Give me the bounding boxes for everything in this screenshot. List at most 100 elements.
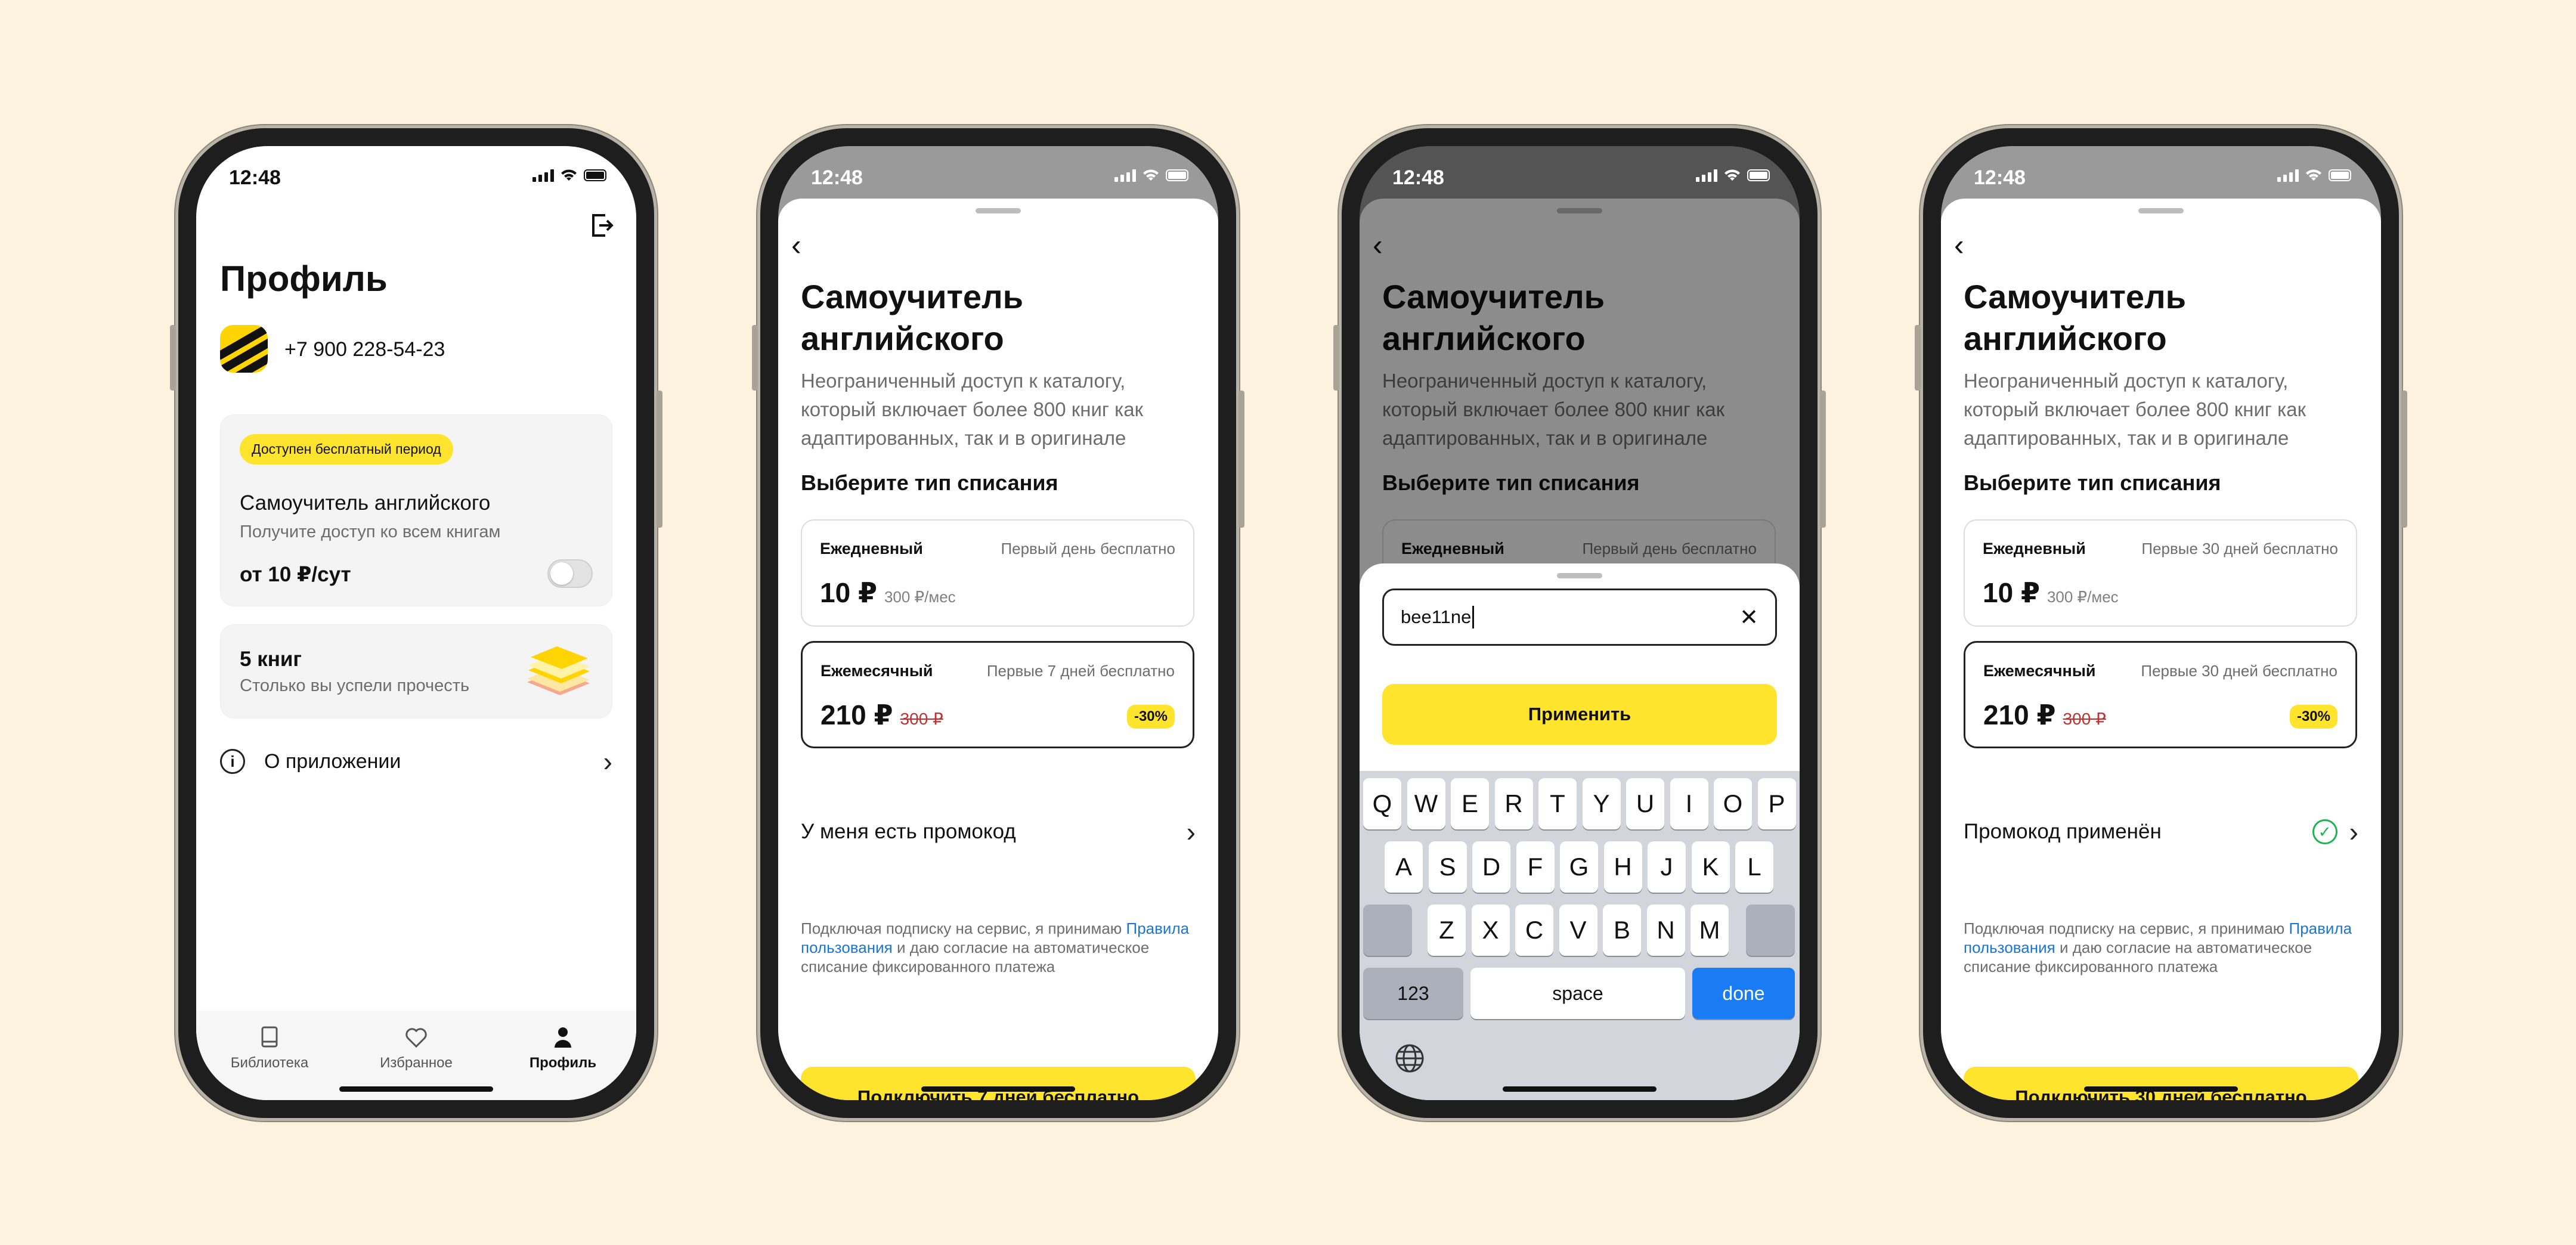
sheet-grabber[interactable]	[2138, 208, 2184, 213]
key-s[interactable]: S	[1428, 841, 1467, 893]
plan-monthly-price: 210 ₽ 300 ₽	[1983, 699, 2106, 731]
plan-monthly[interactable]: Ежемесячный Первые 30 дней бесплатно 210…	[1964, 641, 2357, 748]
status-time: 12:48	[229, 166, 281, 189]
sheet-grabber[interactable]	[976, 208, 1021, 213]
battery-icon	[584, 169, 606, 181]
key-y[interactable]: Y	[1582, 778, 1621, 829]
tab-library[interactable]: Библиотека	[196, 1011, 343, 1100]
plan-daily[interactable]: Ежедневный Первые 30 дней бесплатно 10 ₽…	[1964, 519, 2357, 627]
home-indicator	[921, 1086, 1075, 1092]
subscribe-button[interactable]: Подключить 7 дней бесплатно	[801, 1067, 1196, 1100]
tab-profile-label: Профиль	[529, 1055, 597, 1071]
plan-daily-name: Ежедневный	[820, 540, 923, 558]
keyboard-row-3: ZXCVBNM	[1360, 905, 1800, 956]
promo-applied-row[interactable]: Промокод применён ✓ ›	[1964, 814, 2358, 850]
battery-icon	[2329, 169, 2351, 181]
promo-code-input[interactable]: bee11ne ✕	[1382, 589, 1777, 646]
key-k[interactable]: K	[1691, 841, 1730, 893]
books-count: 5 книг	[240, 648, 302, 671]
plans-title-line2: английского	[801, 320, 1004, 357]
apply-button[interactable]: Применить	[1382, 684, 1777, 745]
battery-icon	[1747, 169, 1770, 181]
person-icon	[555, 1027, 571, 1048]
numbers-key[interactable]: 123	[1363, 968, 1463, 1019]
subscribe-button[interactable]: Подключить 30 дней бесплатно	[1964, 1067, 2358, 1100]
plan-daily[interactable]: Ежедневный Первый день бесплатно 10 ₽ 300…	[801, 519, 1194, 627]
subscription-price: от 10 ₽/сут	[240, 563, 351, 586]
backspace-key[interactable]	[1746, 905, 1795, 956]
plan-monthly-price: 210 ₽ 300 ₽	[821, 699, 943, 731]
profile-screen: 12:48 Профиль +7 900 228-54-23 Доступен …	[196, 146, 636, 1100]
tab-profile[interactable]: Профиль	[490, 1011, 636, 1100]
signal-icon	[532, 169, 554, 182]
key-l[interactable]: L	[1735, 841, 1773, 893]
key-b[interactable]: B	[1603, 905, 1641, 956]
plan-daily-free: Первые 30 дней бесплатно	[2141, 540, 2338, 558]
key-i[interactable]: I	[1670, 778, 1708, 829]
back-icon[interactable]: ‹	[791, 230, 819, 261]
page-title: Профиль	[220, 259, 388, 299]
clear-icon[interactable]: ✕	[1739, 604, 1758, 631]
subscription-card[interactable]: Доступен бесплатный период Самоучитель а…	[220, 414, 612, 606]
status-time: 12:48	[1392, 166, 1444, 189]
promo-applied-label: Промокод применён	[1964, 820, 2162, 843]
key-j[interactable]: J	[1648, 841, 1686, 893]
plan-monthly-old-price: 300 ₽	[900, 710, 943, 728]
tab-library-label: Библиотека	[230, 1055, 309, 1071]
key-u[interactable]: U	[1626, 778, 1664, 829]
key-a[interactable]: A	[1385, 841, 1423, 893]
user-phone: +7 900 228-54-23	[284, 338, 445, 361]
key-x[interactable]: X	[1471, 905, 1510, 956]
check-circle-icon: ✓	[2312, 819, 2337, 844]
plan-monthly-name: Ежемесячный	[1983, 662, 2096, 680]
promo-sheet: bee11ne ✕ Применить QWERTYUIOP ASDFGHJKL …	[1360, 563, 1800, 1100]
discount-badge: -30%	[1126, 705, 1175, 729]
promo-code-label: У меня есть промокод	[801, 820, 1016, 843]
home-indicator	[1503, 1086, 1657, 1092]
key-m[interactable]: M	[1690, 905, 1729, 956]
books-stack-icon	[527, 646, 590, 695]
signal-icon	[1696, 169, 1717, 182]
about-app-label: О приложении	[264, 750, 401, 773]
key-r[interactable]: R	[1494, 778, 1533, 829]
plans-title: Самоучитель английского	[1964, 276, 2333, 360]
status-bar: 12:48	[1941, 146, 2381, 200]
plan-monthly[interactable]: Ежемесячный Первые 7 дней бесплатно 210 …	[801, 641, 1194, 748]
key-o[interactable]: O	[1714, 778, 1752, 829]
shift-key[interactable]	[1363, 905, 1412, 956]
status-bar: 12:48	[1360, 146, 1800, 200]
sheet-grabber[interactable]	[1557, 573, 1602, 578]
key-n[interactable]: N	[1646, 905, 1685, 956]
phone-plans: 12:48 ‹ Самоучитель английского Неогранич…	[752, 125, 1244, 1121]
plans-sheet: ‹ Самоучитель английского Неограниченный …	[778, 199, 1218, 1100]
plans-title-line1: Самоучитель	[1964, 278, 2187, 315]
section-title: Выберите тип списания	[801, 470, 1058, 495]
plans-description: Неограниченный доступ к каталогу, которы…	[801, 370, 1144, 449]
key-e[interactable]: E	[1451, 778, 1489, 829]
wifi-icon	[1143, 169, 1159, 181]
key-z[interactable]: Z	[1428, 905, 1466, 956]
key-f[interactable]: F	[1516, 841, 1555, 893]
subscription-toggle[interactable]	[547, 559, 593, 588]
key-q[interactable]: Q	[1363, 778, 1401, 829]
key-g[interactable]: G	[1560, 841, 1598, 893]
signal-icon	[2277, 169, 2299, 182]
plan-monthly-old-price: 300 ₽	[2063, 710, 2106, 728]
plan-monthly-free: Первые 7 дней бесплатно	[986, 662, 1175, 680]
key-w[interactable]: W	[1407, 778, 1445, 829]
globe-icon[interactable]	[1393, 1042, 1426, 1075]
about-app-row[interactable]: i О приложении ›	[220, 742, 612, 781]
logout-icon[interactable]	[590, 213, 614, 238]
phone-promo-input: 12:48 ‹ Самоучитель английского Неогранич…	[1333, 125, 1826, 1121]
key-h[interactable]: H	[1603, 841, 1642, 893]
space-key[interactable]: space	[1470, 968, 1685, 1019]
plans-title-line1: Самоучитель	[801, 278, 1024, 315]
key-c[interactable]: C	[1515, 905, 1553, 956]
done-key[interactable]: done	[1692, 968, 1795, 1019]
back-icon[interactable]: ‹	[1954, 230, 1981, 261]
promo-code-row[interactable]: У меня есть промокод ›	[801, 814, 1196, 850]
key-d[interactable]: D	[1472, 841, 1510, 893]
key-t[interactable]: T	[1538, 778, 1577, 829]
key-p[interactable]: P	[1757, 778, 1796, 829]
key-v[interactable]: V	[1559, 905, 1597, 956]
